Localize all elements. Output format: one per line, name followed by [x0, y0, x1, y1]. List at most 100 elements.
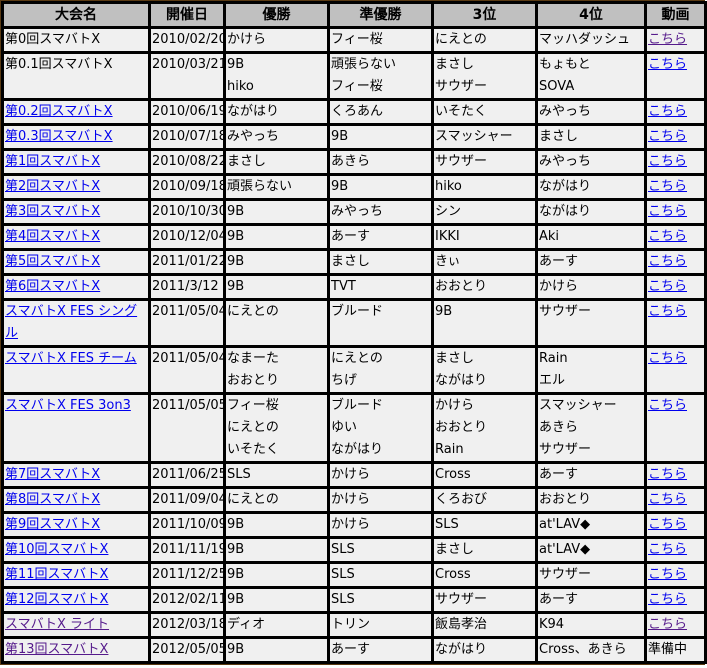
runner-up-cell: SLS — [327, 586, 434, 614]
table-row: 第13回スマバトX 2012/05/05 9B あーす ながはり Cross、あきら 準備中 — [1, 636, 707, 664]
player-name: 9B — [331, 179, 349, 194]
player-name: サウザー — [435, 592, 488, 607]
tournament-link[interactable]: 第10回スマバトX — [6, 542, 109, 557]
video-link[interactable]: こちら — [649, 32, 688, 47]
player-name: にえとの — [435, 32, 487, 47]
player-name: あーす — [331, 642, 371, 657]
tournament-link[interactable]: スマバトX ライト — [6, 617, 110, 632]
video-link[interactable]: こちら — [649, 492, 688, 507]
video-link[interactable]: こちら — [649, 179, 688, 194]
video-link[interactable]: こちら — [649, 351, 688, 366]
player-name: エル — [539, 373, 566, 388]
player-name: ちげ — [331, 373, 358, 388]
video-link[interactable]: こちら — [649, 154, 688, 169]
tournament-link[interactable]: 第4回スマバトX — [6, 229, 101, 244]
tournament-link[interactable]: 第7回スマバトX — [6, 467, 101, 482]
tournament-link[interactable]: 第3回スマバトX — [6, 204, 101, 219]
video-link[interactable]: こちら — [649, 517, 688, 532]
video-link[interactable]: こちら — [649, 467, 688, 482]
tournament-link[interactable]: 第13回スマバトX — [6, 642, 109, 657]
tournament-link[interactable]: 第5回スマバトX — [6, 254, 101, 269]
tournament-link[interactable]: 第6回スマバトX — [6, 279, 101, 294]
video-link[interactable]: こちら — [649, 57, 688, 72]
video-link[interactable]: こちら — [649, 104, 688, 119]
tournament-link[interactable]: 第2回スマバトX — [6, 179, 101, 194]
tournament-link[interactable]: 第11回スマバトX — [6, 567, 109, 582]
date-cell: 2011/11/19 — [148, 536, 226, 564]
video-link[interactable]: こちら — [649, 254, 688, 269]
fourth-place-cell: K94 — [535, 611, 647, 639]
player-name: SLS — [331, 567, 355, 582]
table-row: 第7回スマバトX 2011/06/25 SLS かけら Cross あーす こちら — [1, 461, 707, 489]
tournament-link[interactable]: 第12回スマバトX — [6, 592, 109, 607]
video-link[interactable]: こちら — [649, 279, 688, 294]
player-name: トリン — [331, 617, 371, 632]
tournament-name-cell: 第8回スマバトX — [1, 486, 151, 514]
tournament-name-cell: 第1回スマバトX — [1, 148, 151, 176]
table-row: スマバトX FES チーム 2011/05/04 なまーた おおとり にえとの ちげ まさし… — [1, 345, 707, 395]
video-link[interactable]: こちら — [649, 229, 688, 244]
tournament-link[interactable]: スマバトX FES チーム — [6, 351, 137, 366]
table-row: 第8回スマバトX 2011/09/04 にえとの かけら くろおび おおとり こちら — [1, 486, 707, 514]
video-link[interactable]: こちら — [649, 304, 688, 319]
date-cell: 2010/07/18 — [148, 123, 226, 151]
player-name: くろあん — [331, 104, 384, 119]
tournament-link[interactable]: 第8回スマバトX — [6, 492, 101, 507]
video-link[interactable]: こちら — [649, 617, 688, 632]
third-place-cell: IKKI — [431, 223, 538, 251]
third-place-cell: シン — [431, 198, 538, 226]
player-name: 9B — [227, 542, 245, 557]
fourth-place-cell: at'LAV◆ — [535, 536, 647, 564]
player-name: IKKI — [435, 229, 460, 244]
winner-cell: フィー桜 にえとの いそたく — [223, 392, 330, 464]
video-cell: 準備中 — [644, 636, 707, 664]
video-cell: こちら — [644, 461, 707, 489]
third-place-cell: おおとり — [431, 273, 538, 301]
player-name: きぃ — [435, 254, 461, 269]
video-link[interactable]: こちら — [649, 129, 688, 144]
runner-up-cell: かけら — [327, 461, 434, 489]
tournament-name-cell: 第0回スマバトX — [1, 26, 151, 54]
tournament-link[interactable]: 第9回スマバトX — [6, 517, 101, 532]
winner-cell: 9B — [223, 198, 330, 226]
player-name: SLS — [331, 592, 355, 607]
video-link[interactable]: こちら — [649, 567, 688, 582]
fourth-place-cell: みやっち — [535, 148, 647, 176]
player-name: Aki — [539, 229, 560, 244]
tournament-link[interactable]: スマバトX FES 3on3 — [6, 398, 131, 413]
date-cell: 2010/02/20 — [148, 26, 226, 54]
player-name: サウザー — [435, 79, 488, 94]
tournament-name-cell: スマバトX FES シングル — [1, 298, 151, 348]
tournament-name: 第0.1回スマバトX — [5, 57, 113, 72]
tournament-link[interactable]: 第0.3回スマバトX — [6, 129, 113, 144]
player-name: にえとの — [331, 351, 383, 366]
third-place-cell: ながはり — [431, 636, 538, 664]
player-name: 飯島孝治 — [435, 617, 488, 632]
table-row: スマバトX FES 3on3 2011/05/05 フィー桜 にえとの いそたく ブルード… — [1, 392, 707, 464]
video-cell: こちら — [644, 148, 707, 176]
player-name: 頑張らない — [227, 179, 293, 194]
player-name: あきら — [331, 154, 371, 169]
tournament-link[interactable]: スマバトX FES シングル — [6, 304, 138, 341]
video-link[interactable]: こちら — [649, 398, 688, 413]
player-name: おおとり — [227, 373, 280, 388]
fourth-place-cell: サウザー — [535, 561, 647, 589]
tournament-name-cell: 第11回スマバトX — [1, 561, 151, 589]
tournament-name-cell: スマバトX FES チーム — [1, 345, 151, 395]
fourth-place-cell: Cross、あきら — [535, 636, 647, 664]
fourth-place-cell: あーす — [535, 461, 647, 489]
video-link[interactable]: こちら — [649, 542, 688, 557]
runner-up-cell: あーす — [327, 223, 434, 251]
player-name: 9B — [227, 567, 245, 582]
tournament-link[interactable]: 第1回スマバトX — [6, 154, 101, 169]
player-name: にえとの — [227, 304, 279, 319]
table-row: 第2回スマバトX 2010/09/18 頑張らない 9B hiko ながはり こちら — [1, 173, 707, 201]
winner-cell: 9B — [223, 636, 330, 664]
video-link[interactable]: こちら — [649, 592, 688, 607]
winner-cell: ディオ — [223, 611, 330, 639]
winner-cell: なまーた おおとり — [223, 345, 330, 395]
player-name: かけら — [331, 517, 371, 532]
video-link[interactable]: こちら — [649, 204, 688, 219]
header-date: 開催日 — [148, 1, 226, 29]
tournament-link[interactable]: 第0.2回スマバトX — [6, 104, 113, 119]
